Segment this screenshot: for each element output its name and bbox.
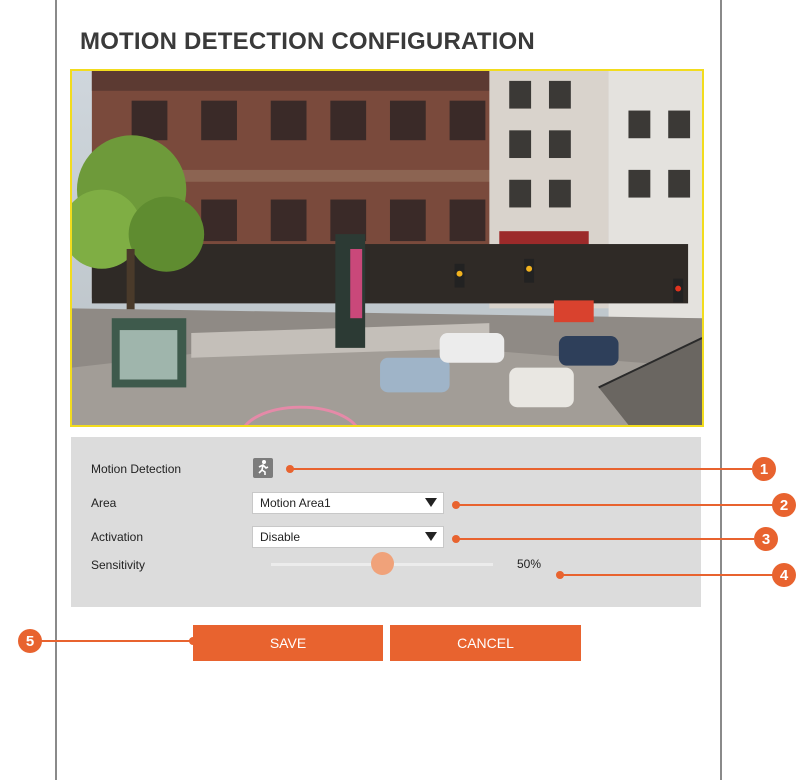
motion-detection-label: Motion Detection [91,462,182,476]
sensitivity-label: Sensitivity [91,558,146,572]
area-select-value: Motion Area1 [260,496,331,510]
chevron-down-icon [425,498,437,507]
callout-4-number: 4 [780,567,789,584]
callout-3-number: 3 [762,531,770,548]
callout-2-number: 2 [780,497,788,514]
sensitivity-slider-thumb[interactable] [370,552,394,575]
motion-runner-icon [258,460,269,475]
activation-label: Activation [91,530,144,544]
camera-feed-image [72,71,702,425]
cancel-button[interactable]: CANCEL [390,625,581,661]
activation-select-value: Disable [260,530,301,544]
area-label: Area [91,496,117,510]
callout-4-badge [772,563,796,587]
activation-select[interactable]: Disable [252,526,444,548]
sensitivity-value: 50% [517,557,542,571]
area-select[interactable]: Motion Area1 [252,492,444,514]
chevron-down-icon [425,532,437,541]
callout-5-badge [18,629,42,653]
save-button[interactable]: SAVE [193,625,383,661]
callout-3-badge [754,527,778,551]
callout-1-badge [752,457,776,481]
page-title: MOTION DETECTION CONFIGURATION [80,28,535,55]
callout-2-badge [772,493,796,517]
callout-5-number: 5 [26,633,34,650]
camera-preview[interactable] [70,69,704,427]
callout-1-number: 1 [760,461,768,478]
settings-panel: Motion Detection Area Motion Area1 Activ… [71,437,701,607]
motion-detection-toggle[interactable] [253,458,273,478]
